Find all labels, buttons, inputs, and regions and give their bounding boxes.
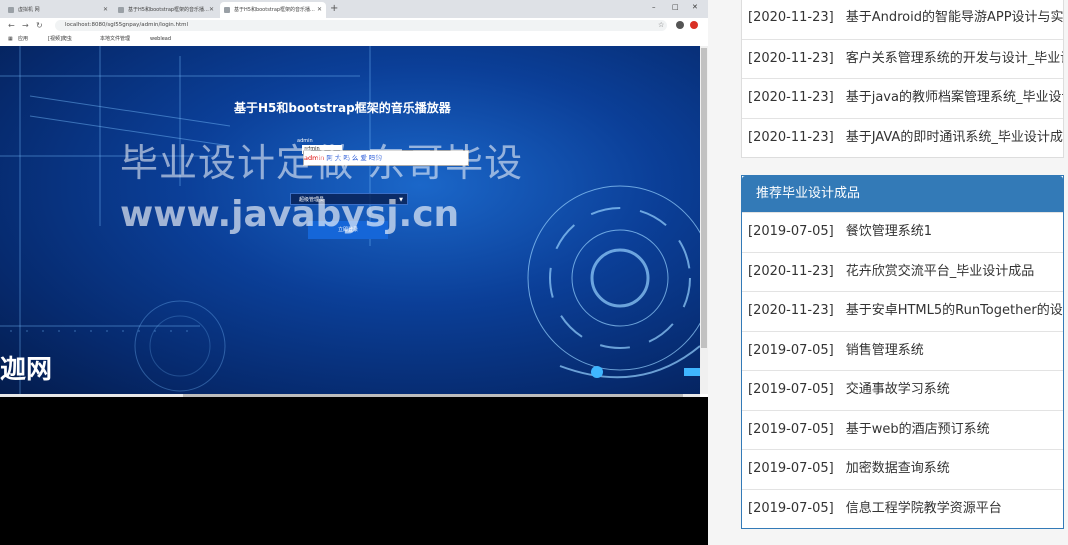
right-sidebar: [2020-11-23] 基于Android的智能导游APP设计与实现_ [202…	[708, 0, 1068, 545]
blank-area	[0, 397, 708, 545]
page-favicon-icon	[224, 7, 230, 13]
url-input[interactable]: localhost:8080/sgl55gnpay/admin/login.ht…	[55, 20, 667, 31]
list-item[interactable]: [2019-07-05] 信息工程学院教学资源平台	[742, 488, 1063, 529]
page-title: 基于H5和bootstrap框架的音乐播放器	[234, 101, 451, 115]
back-icon[interactable]: ←	[8, 19, 15, 32]
login-page-background: 基于H5和bootstrap框架的音乐播放器 admin admin admin…	[0, 46, 700, 394]
bookmark-star-icon[interactable]: ☆	[658, 19, 664, 32]
profile-icon[interactable]	[676, 21, 684, 29]
page-favicon-icon	[8, 7, 14, 13]
close-window-icon[interactable]: ✕	[692, 3, 698, 11]
list-item[interactable]: [2020-11-23] 基于JAVA的即时通讯系统_毕业设计成品	[742, 117, 1063, 158]
bookmark-local-files[interactable]: 本地文件管理	[100, 33, 130, 45]
list-item[interactable]: [2019-07-05] 基于web的酒店预订系统	[742, 409, 1063, 450]
panel-heading: 推荐毕业设计成品	[742, 176, 1063, 212]
browser-tab-2[interactable]: 基于H5和bootstrap框架的音乐播... ✕	[114, 2, 218, 18]
new-tab-button[interactable]: +	[330, 2, 338, 16]
browser-tab-1[interactable]: 虚拟机 网 ✕	[4, 2, 112, 18]
apps-icon[interactable]: ▦	[8, 33, 13, 45]
list-item[interactable]: [2020-11-23] 基于Android的智能导游APP设计与实现_	[742, 0, 1063, 39]
list-item[interactable]: [2020-11-23] 花卉欣赏交流平台_毕业设计成品	[742, 251, 1063, 292]
maximize-icon[interactable]: □	[672, 3, 679, 11]
list-item[interactable]: [2019-07-05] 加密数据查询系统	[742, 449, 1063, 489]
list-item[interactable]: [2020-11-23]基于安卓HTML5的RunTogether的设计与	[742, 291, 1063, 331]
close-tab-icon[interactable]: ✕	[103, 2, 108, 18]
reload-icon[interactable]: ↻	[36, 19, 43, 32]
list-item[interactable]: [2019-07-05] 销售管理系统	[742, 330, 1063, 371]
extension-icon[interactable]	[690, 21, 698, 29]
vertical-scrollbar[interactable]	[700, 46, 708, 394]
latest-projects-panel: [2020-11-23] 基于Android的智能导游APP设计与实现_ [202…	[741, 0, 1064, 158]
bookmark-video[interactable]: [视频]爬虫	[48, 33, 72, 45]
minimize-icon[interactable]: –	[652, 3, 656, 11]
forward-icon[interactable]: →	[22, 19, 29, 32]
close-tab-icon[interactable]: ✕	[317, 2, 322, 18]
list-item[interactable]: [2020-11-23]基于java的教师档案管理系统_毕业设计成	[742, 78, 1063, 118]
logo-fragment: 迦网	[0, 355, 53, 385]
tab-bar: 虚拟机 网 ✕ 基于H5和bootstrap框架的音乐播... ✕ 基于H5和b…	[0, 0, 708, 18]
page-favicon-icon	[118, 7, 124, 13]
list-item[interactable]: [2019-07-05] 餐饮管理系统1	[742, 212, 1063, 252]
browser-screenshot: 虚拟机 网 ✕ 基于H5和bootstrap框架的音乐播... ✕ 基于H5和b…	[0, 0, 708, 397]
bookmark-weblead[interactable]: weblead	[150, 33, 171, 45]
list-item[interactable]: [2019-07-05] 交通事故学习系统	[742, 370, 1063, 410]
watermark-text: 毕业设计定做 东哥毕设	[120, 141, 524, 185]
address-bar: ← → ↻ localhost:8080/sgl55gnpay/admin/lo…	[0, 18, 708, 34]
recommended-projects-panel: 推荐毕业设计成品 [2019-07-05] 餐饮管理系统1 [2020-11-23…	[741, 175, 1064, 529]
watermark-url: www.javabysj.cn	[120, 194, 460, 235]
bookmark-apps[interactable]: 应用	[18, 33, 28, 45]
bookmarks-bar: ▦ 应用 [视频]爬虫 本地文件管理 weblead	[0, 33, 708, 47]
browser-tab-3-active[interactable]: 基于H5和bootstrap框架的音乐播... ✕	[220, 2, 326, 18]
list-item[interactable]: [2020-11-23] 客户关系管理系统的开发与设计_毕业设计	[742, 38, 1063, 79]
close-tab-icon[interactable]: ✕	[209, 2, 214, 18]
